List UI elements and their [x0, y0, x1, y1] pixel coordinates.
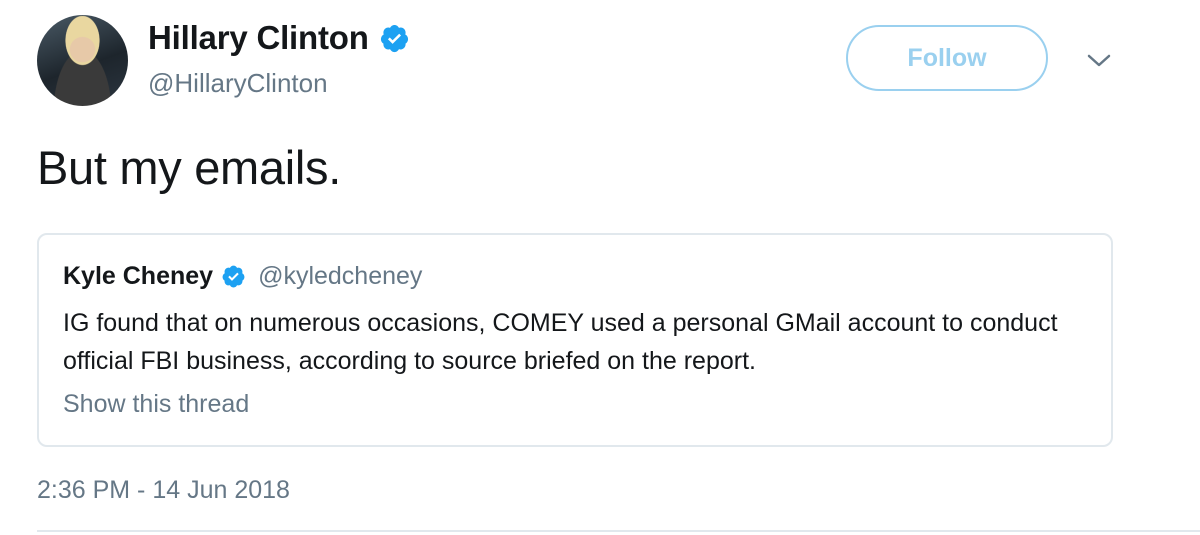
author-display-name[interactable]: Hillary Clinton	[148, 19, 369, 57]
quoted-author-name: Kyle Cheney	[63, 262, 214, 290]
quoted-tweet[interactable]: Kyle Cheney @kyledcheney IG found that o…	[37, 233, 1113, 447]
tweet-card: Hillary Clinton @HillaryClinton Follow B…	[0, 0, 1200, 535]
show-thread-link[interactable]: Show this thread	[63, 390, 249, 419]
verified-badge-icon	[222, 265, 245, 288]
author-name-row: Hillary Clinton	[148, 19, 410, 57]
verified-badge-icon	[380, 24, 408, 52]
avatar[interactable]	[37, 15, 128, 106]
chevron-down-icon[interactable]	[1086, 50, 1112, 70]
quoted-tweet-header: Kyle Cheney @kyledcheney	[63, 262, 422, 291]
tweet-text: But my emails.	[37, 141, 341, 194]
tweet-timestamp[interactable]: 2:36 PM - 14 Jun 2018	[37, 476, 290, 505]
follow-button[interactable]: Follow	[846, 25, 1048, 91]
author-handle[interactable]: @HillaryClinton	[148, 68, 328, 99]
divider	[37, 530, 1200, 532]
quoted-tweet-text: IG found that on numerous occasions, COM…	[63, 309, 1058, 375]
quoted-author-handle: @kyledcheney	[258, 262, 423, 290]
